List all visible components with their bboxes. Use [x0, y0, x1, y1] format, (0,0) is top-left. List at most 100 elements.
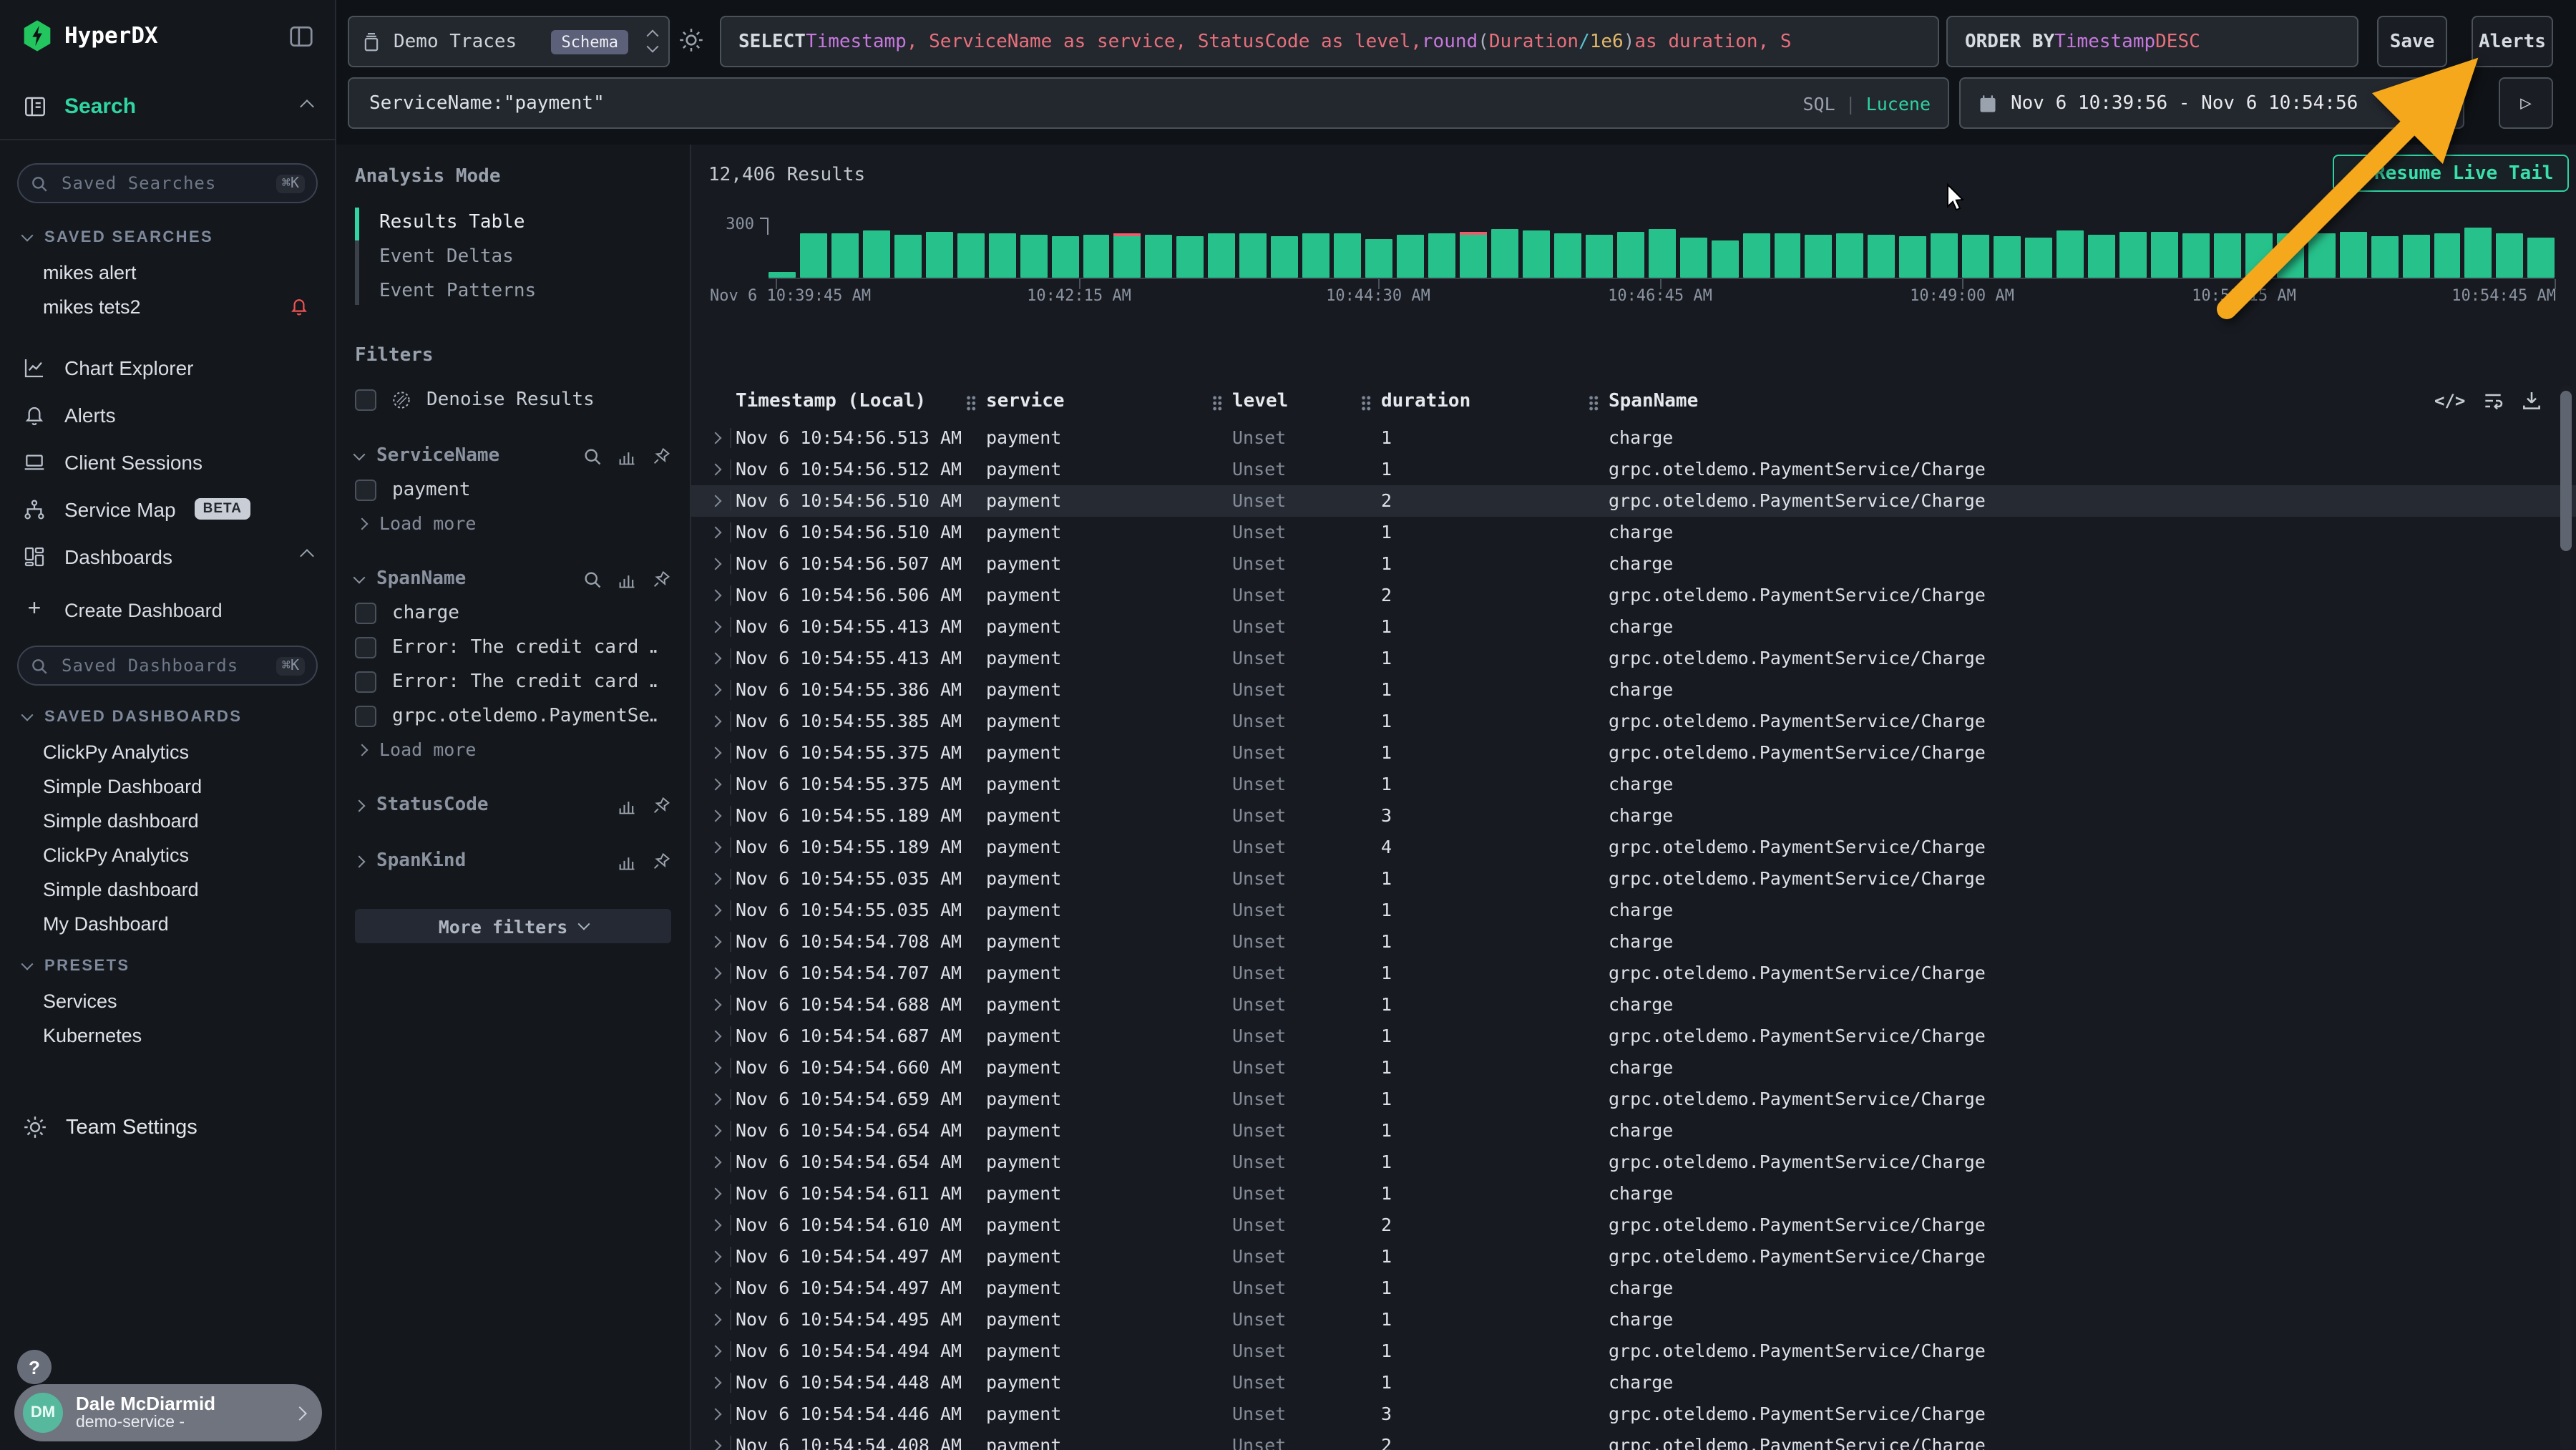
checkbox[interactable]	[355, 637, 376, 658]
filter-group-statuscode[interactable]: StatusCode	[355, 794, 671, 816]
run-query-button[interactable]: ▷	[2499, 77, 2553, 129]
histogram-bar[interactable]	[2182, 233, 2210, 278]
expand-row-icon[interactable]	[710, 1314, 722, 1326]
expand-row-icon[interactable]	[710, 747, 722, 759]
table-row[interactable]: Nov 6 10:54:54.687 AMpaymentUnset1grpc.o…	[691, 1021, 2576, 1052]
sidebar-item-search[interactable]: Search	[0, 94, 335, 119]
histogram-bar[interactable]	[1586, 235, 1613, 278]
column-header-level[interactable]: level	[1232, 391, 1288, 412]
expand-row-icon[interactable]	[710, 1031, 722, 1043]
table-row[interactable]: Nov 6 10:54:54.497 AMpaymentUnset1charge	[691, 1273, 2576, 1304]
histogram-bar[interactable]	[2214, 234, 2241, 278]
histogram-bar[interactable]	[1114, 233, 1141, 278]
histogram-bar[interactable]	[1679, 238, 1707, 278]
expand-row-icon[interactable]	[710, 1220, 722, 1232]
chevron-up-icon[interactable]	[300, 549, 314, 563]
checkbox[interactable]	[355, 389, 376, 411]
expand-row-icon[interactable]	[710, 936, 722, 948]
download-icon[interactable]	[2519, 389, 2542, 412]
expand-row-icon[interactable]	[710, 464, 722, 476]
histogram-bar[interactable]	[2308, 233, 2335, 278]
saved-dashboards-header[interactable]: SAVED DASHBOARDS	[23, 709, 335, 726]
table-row[interactable]: Nov 6 10:54:56.507 AMpaymentUnset1charge	[691, 548, 2576, 580]
expand-row-icon[interactable]	[710, 1346, 722, 1358]
column-header-duration[interactable]: duration	[1381, 391, 1470, 412]
source-settings-gear-icon[interactable]	[678, 27, 704, 53]
expand-row-icon[interactable]	[710, 716, 722, 728]
histogram-bar[interactable]	[988, 233, 1015, 278]
table-row[interactable]: Nov 6 10:54:55.375 AMpaymentUnset1charge	[691, 769, 2576, 800]
histogram-bar[interactable]	[1554, 233, 1581, 278]
table-row[interactable]: Nov 6 10:54:54.495 AMpaymentUnset1charge	[691, 1304, 2576, 1335]
expand-row-icon[interactable]	[710, 1440, 722, 1450]
expand-row-icon[interactable]	[710, 1094, 722, 1106]
table-row[interactable]: Nov 6 10:54:56.512 AMpaymentUnset1grpc.o…	[691, 454, 2576, 485]
histogram-bar[interactable]	[926, 233, 953, 278]
histogram-bar[interactable]	[1272, 235, 1299, 278]
histogram-bar[interactable]	[2371, 236, 2398, 278]
table-row[interactable]: Nov 6 10:54:54.688 AMpaymentUnset1charge	[691, 989, 2576, 1021]
histogram-bar[interactable]	[2434, 233, 2461, 278]
load-more-link[interactable]: Load more	[355, 512, 671, 534]
date-range-picker[interactable]: Nov 6 10:39:56 - Nov 6 10:54:56	[1959, 77, 2464, 129]
collapse-sidebar-icon[interactable]	[288, 22, 315, 49]
expand-row-icon[interactable]	[710, 842, 722, 854]
expand-row-icon[interactable]	[710, 779, 722, 791]
expand-row-icon[interactable]	[710, 558, 722, 570]
histogram-bar[interactable]	[1616, 233, 1644, 278]
histogram-bar[interactable]	[1931, 234, 1958, 278]
expand-row-icon[interactable]	[710, 905, 722, 917]
sidebar-item-service-map[interactable]: Service MapBETA	[0, 485, 335, 532]
expand-row-icon[interactable]	[710, 1283, 722, 1295]
expand-row-icon[interactable]	[710, 590, 722, 602]
histogram-bar[interactable]	[1302, 233, 1330, 278]
column-header-timestamp-local-[interactable]: Timestamp (Local)	[736, 391, 926, 412]
table-row[interactable]: Nov 6 10:54:54.707 AMpaymentUnset1grpc.o…	[691, 958, 2576, 989]
expand-row-icon[interactable]	[710, 968, 722, 980]
table-row[interactable]: Nov 6 10:54:54.654 AMpaymentUnset1charge	[691, 1115, 2576, 1147]
table-row[interactable]: Nov 6 10:54:54.497 AMpaymentUnset1grpc.o…	[691, 1241, 2576, 1273]
sidebar-item-alerts[interactable]: Alerts	[0, 391, 335, 438]
analysis-mode-event-deltas[interactable]: Event Deltas	[355, 239, 671, 273]
filter-value[interactable]: charge	[355, 603, 671, 624]
histogram-bar[interactable]	[1146, 234, 1173, 278]
denoise-results-option[interactable]: Denoise Results	[355, 389, 671, 411]
column-header-service[interactable]: service	[986, 391, 1065, 412]
expand-row-icon[interactable]	[710, 495, 722, 507]
expand-row-icon[interactable]	[710, 999, 722, 1011]
chevron-up-icon[interactable]	[300, 99, 314, 114]
filter-group-servicename[interactable]: ServiceName	[355, 445, 671, 467]
filter-value[interactable]: grpc.oteldemo.PaymentSe…	[355, 706, 671, 727]
chevron-updown-icon[interactable]	[648, 31, 657, 52]
histogram-bar[interactable]	[1900, 236, 1927, 278]
histogram-bar[interactable]	[1962, 235, 1989, 278]
chevron-right-icon[interactable]	[353, 799, 366, 812]
saved-searches-header[interactable]: SAVED SEARCHES	[23, 229, 335, 246]
expand-row-icon[interactable]	[710, 1377, 722, 1389]
dashboard-item[interactable]: ClickPy Analytics	[0, 837, 335, 872]
sidebar-item-dashboards[interactable]: Dashboards	[0, 532, 335, 580]
histogram-bar[interactable]	[1491, 229, 1518, 278]
save-button[interactable]: Save	[2377, 16, 2447, 67]
histogram-bar[interactable]	[1177, 237, 1204, 278]
histogram-bar[interactable]	[1994, 237, 2021, 278]
preset-item[interactable]: Services	[0, 983, 335, 1018]
checkbox[interactable]	[355, 480, 376, 501]
table-row[interactable]: Nov 6 10:54:55.035 AMpaymentUnset1charge	[691, 895, 2576, 926]
checkbox[interactable]	[355, 603, 376, 624]
dashboard-item[interactable]: ClickPy Analytics	[0, 734, 335, 769]
expand-row-icon[interactable]	[710, 527, 722, 539]
user-menu[interactable]: DM Dale McDiarmid demo-service -	[14, 1384, 322, 1441]
select-clause-input[interactable]: SELECT Timestamp, ServiceName as service…	[720, 16, 1939, 67]
dashboard-item[interactable]: Simple dashboard	[0, 803, 335, 837]
table-row[interactable]: Nov 6 10:54:55.035 AMpaymentUnset1grpc.o…	[691, 863, 2576, 895]
histogram-bar[interactable]	[2465, 227, 2492, 278]
chevron-right-icon[interactable]	[353, 855, 366, 867]
table-row[interactable]: Nov 6 10:54:56.510 AMpaymentUnset2grpc.o…	[691, 485, 2576, 517]
filter-group-spankind[interactable]: SpanKind	[355, 850, 671, 872]
expand-row-icon[interactable]	[710, 810, 722, 822]
histogram-bar[interactable]	[2277, 234, 2304, 278]
saved-dashboards-input[interactable]	[59, 654, 266, 677]
sql-toggle[interactable]: SQL	[1802, 92, 1835, 114]
table-row[interactable]: Nov 6 10:54:55.386 AMpaymentUnset1charge	[691, 674, 2576, 706]
